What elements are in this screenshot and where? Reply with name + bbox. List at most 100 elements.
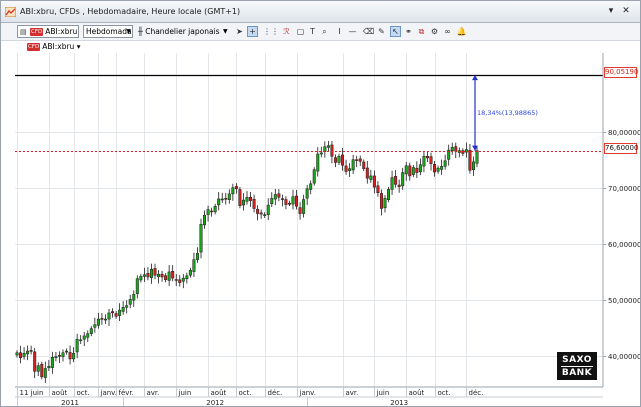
x-tick-label: avr.	[346, 389, 359, 397]
candle-up	[203, 214, 207, 226]
candle-up	[50, 356, 54, 368]
candle-down	[425, 156, 429, 159]
candle-down	[256, 208, 260, 214]
candle-up	[270, 198, 274, 205]
candle-up	[167, 271, 171, 281]
candle-down	[376, 185, 380, 194]
candle-down	[57, 355, 61, 357]
candle-down	[365, 167, 369, 179]
candle-down	[415, 167, 419, 173]
candle-down	[19, 352, 23, 359]
candle-up	[316, 153, 320, 172]
year-label: 2013	[390, 399, 408, 406]
candle-up	[217, 198, 221, 206]
candle-up	[128, 299, 132, 305]
candle-up	[43, 368, 47, 378]
chart-window: ABI:xbru, CFDs , Hebdomadaire, Heure loc…	[0, 0, 641, 407]
candle-up	[125, 305, 129, 308]
candle-up	[401, 172, 405, 187]
x-tick-label: déc.	[268, 389, 283, 397]
candle-up	[273, 194, 277, 200]
candle-up	[471, 161, 475, 170]
candle-up	[383, 198, 387, 209]
candle-down	[174, 279, 178, 281]
price-chart[interactable]: 11 juin août oct. janv. févr. avr. juin août oct…	[1, 1, 640, 406]
candle-up	[36, 365, 40, 372]
candle-up	[422, 156, 426, 167]
candle-up	[192, 259, 196, 272]
candle-up	[118, 309, 122, 316]
candle-down	[379, 193, 383, 209]
candle-up	[195, 253, 199, 260]
candle-up	[121, 307, 125, 312]
x-tick-label: août	[52, 389, 68, 397]
candle-up	[319, 152, 323, 155]
candle-up	[26, 350, 30, 355]
candle-down	[341, 154, 345, 166]
candle-up	[199, 223, 203, 253]
candle-down	[153, 268, 157, 276]
candle-up	[418, 164, 422, 173]
candle-up	[188, 269, 192, 276]
candle-up	[263, 214, 267, 216]
candle-down	[114, 313, 118, 317]
candle-down	[100, 318, 104, 320]
x-tick-label: janv.	[299, 389, 317, 397]
candle-down	[355, 159, 359, 161]
candle-down	[394, 176, 398, 185]
candle-up	[241, 199, 245, 206]
candle-up	[305, 188, 309, 199]
candle-up	[185, 275, 189, 280]
candle-down	[160, 273, 164, 278]
y-tick-label: 80,00000	[608, 129, 640, 137]
candle-down	[164, 275, 168, 281]
candle-down	[284, 199, 288, 205]
candle-up	[323, 146, 327, 152]
candle-up	[450, 147, 454, 152]
target-price-label: 90,05190	[604, 67, 639, 78]
year-label: 2011	[61, 399, 79, 406]
saxo-bank-logo: SAXO BANK	[557, 352, 597, 380]
candle-down	[40, 364, 44, 378]
candle-up	[206, 209, 210, 215]
candle-up	[312, 169, 316, 184]
candle-up	[22, 353, 26, 357]
candle-up	[157, 273, 161, 277]
x-tick-label: déc.	[469, 389, 484, 397]
x-tick-label: oct.	[438, 389, 451, 397]
candle-down	[210, 210, 214, 213]
y-tick-label: 60,00000	[608, 241, 640, 249]
candle-up	[411, 167, 415, 175]
candle-up	[139, 276, 143, 281]
candle-up	[132, 294, 136, 301]
y-tick-label: 70,00000	[608, 185, 640, 193]
candle-down	[358, 158, 362, 162]
candle-up	[220, 198, 224, 201]
candle-up	[149, 268, 153, 278]
candle-down	[146, 273, 150, 278]
candle-down	[454, 146, 458, 152]
x-tick-label: août	[409, 389, 425, 397]
candle-down	[287, 202, 291, 205]
candle-up	[369, 175, 373, 180]
candle-up	[291, 196, 295, 205]
candle-down	[408, 165, 412, 177]
candle-up	[135, 278, 139, 294]
candle-up	[390, 177, 394, 190]
candle-down	[295, 195, 299, 207]
candle-up	[93, 324, 97, 328]
candle-up	[47, 365, 51, 369]
candle-down	[277, 193, 281, 198]
candle-down	[259, 212, 263, 215]
candle-up	[302, 199, 306, 214]
candle-up	[142, 274, 146, 277]
candle-up	[443, 160, 447, 167]
candle-up	[231, 187, 235, 195]
candle-up	[348, 168, 352, 172]
candle-up	[337, 156, 341, 163]
candle-up	[54, 356, 58, 358]
x-tick-label: janv.	[100, 389, 118, 397]
candle-down	[433, 164, 437, 173]
candle-up	[15, 352, 19, 356]
axes: 11 juin août oct. janv. févr. avr. juin août oct…	[15, 53, 640, 406]
